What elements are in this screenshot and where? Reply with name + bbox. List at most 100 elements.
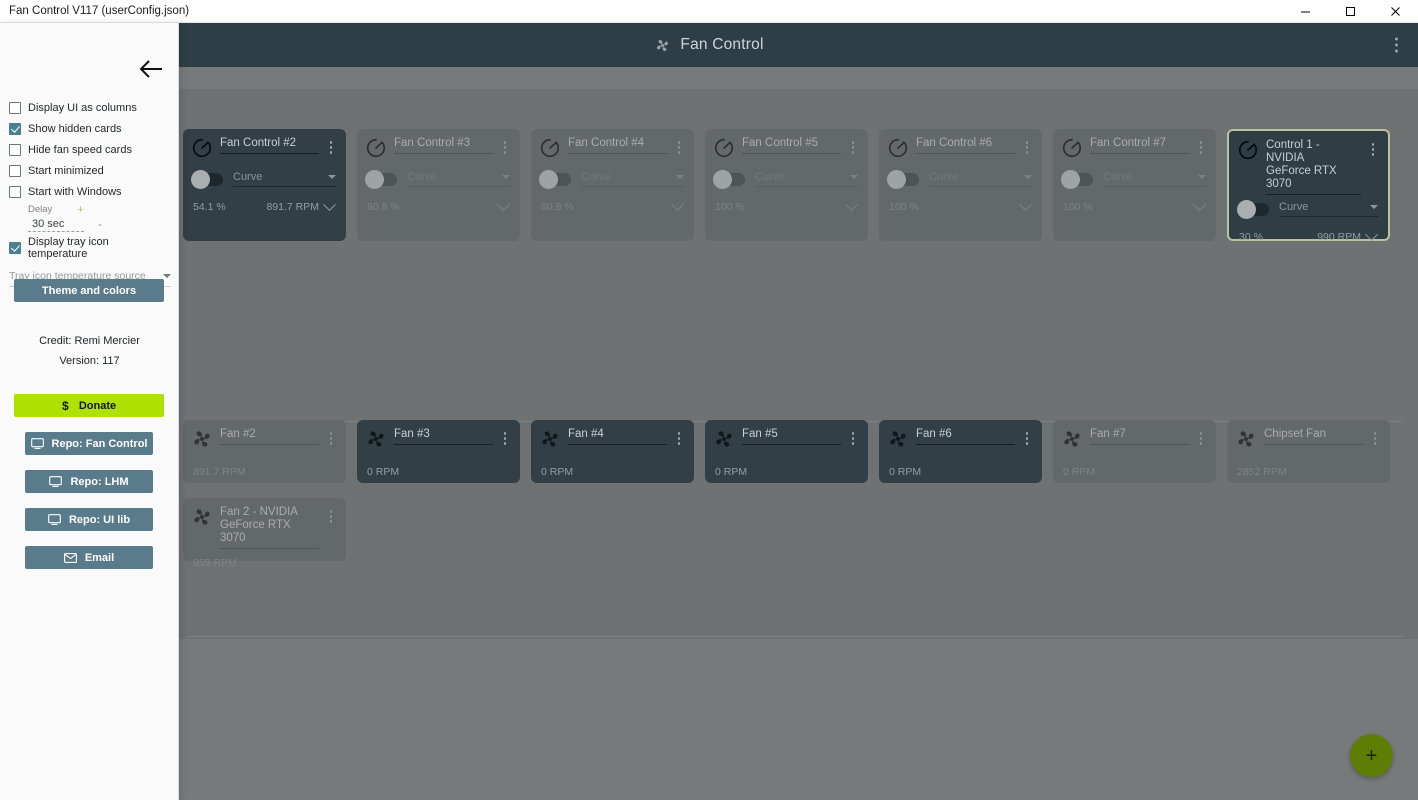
- control-percent: 80.8 %: [541, 201, 574, 213]
- control-mode-select[interactable]: Curve: [755, 171, 858, 187]
- control-card[interactable]: Fan Control #4 Curve 80.8 %: [531, 129, 694, 241]
- control-card[interactable]: Control 1 - NVIDIA GeForce RTX 3070 Curve…: [1227, 129, 1390, 243]
- theme-and-colors-button[interactable]: Theme and colors: [14, 279, 164, 302]
- section-divider-2: [186, 636, 1402, 637]
- chevron-down-icon: [1019, 197, 1032, 211]
- control-mode-select[interactable]: Curve: [929, 171, 1032, 187]
- close-button[interactable]: [1373, 0, 1418, 23]
- fan-speed-card[interactable]: Fan #4 0 RPM: [531, 420, 694, 483]
- add-card-button[interactable]: +: [1350, 734, 1393, 777]
- control-enable-toggle[interactable]: [191, 169, 223, 189]
- control-card[interactable]: Fan Control #5 Curve 100 %: [705, 129, 868, 241]
- settings-drawer: Display UI as columns Show hidden cards …: [0, 23, 179, 800]
- control-mode-select[interactable]: Curve: [1279, 201, 1378, 217]
- control-card[interactable]: Fan Control #3 Curve 80.8 %: [357, 129, 520, 241]
- fan-rpm: 959 RPM: [193, 557, 237, 569]
- checkbox[interactable]: [9, 143, 21, 156]
- control-card[interactable]: Fan Control #6 Curve 100 %: [879, 129, 1042, 241]
- control-rpm-wrap[interactable]: [841, 197, 858, 212]
- repo-ui-lib-button[interactable]: Repo: UI lib: [25, 508, 153, 531]
- control-rpm-wrap[interactable]: [493, 197, 510, 212]
- checkbox[interactable]: [9, 241, 21, 254]
- name-underline: [394, 444, 493, 445]
- checkbox[interactable]: [9, 164, 21, 177]
- fan-speed-card[interactable]: Fan #3 0 RPM: [357, 420, 520, 483]
- checkbox[interactable]: [9, 101, 21, 114]
- fan-speed-card[interactable]: Fan #5 0 RPM: [705, 420, 868, 483]
- chevron-down-icon: [497, 197, 510, 211]
- option-start-with-windows[interactable]: Start with Windows: [9, 181, 171, 202]
- delay-value-input[interactable]: 30 sec: [28, 218, 84, 232]
- fan-speed-card[interactable]: Fan #6 0 RPM: [879, 420, 1042, 483]
- option-show-hidden-cards[interactable]: Show hidden cards: [9, 118, 171, 139]
- back-arrow-icon[interactable]: [138, 58, 164, 80]
- option-start-minimized[interactable]: Start minimized: [9, 160, 171, 181]
- startup-delay-stepper: Delay + 30 sec -: [28, 204, 168, 232]
- checkbox[interactable]: [9, 122, 21, 135]
- email-button[interactable]: Email: [25, 546, 153, 569]
- control-mode-select[interactable]: Curve: [581, 171, 684, 187]
- fan-speed-card[interactable]: Fan 2 - NVIDIA GeForce RTX 3070 959 RPM: [183, 498, 346, 569]
- control-rpm: 990 RPM: [1317, 231, 1361, 243]
- control-enable-toggle[interactable]: [887, 169, 919, 189]
- gauge-icon: [1062, 138, 1082, 158]
- fan-icon: [890, 431, 906, 447]
- control-mode-select[interactable]: Curve: [1103, 171, 1206, 187]
- control-rpm-wrap[interactable]: [1015, 197, 1032, 212]
- control-enable-toggle[interactable]: [713, 169, 745, 189]
- donate-button[interactable]: $ Donate: [14, 394, 164, 417]
- maximize-button[interactable]: [1328, 0, 1373, 23]
- control-mode-select[interactable]: Curve: [233, 171, 336, 187]
- name-underline: [220, 548, 319, 549]
- header-kebab-menu-icon[interactable]: [1389, 33, 1404, 58]
- control-rpm-wrap[interactable]: 990 RPM: [1317, 227, 1378, 243]
- card-kebab-menu-icon[interactable]: [326, 429, 337, 448]
- minimize-button[interactable]: [1283, 0, 1328, 23]
- card-kebab-menu-icon[interactable]: [1370, 429, 1381, 448]
- card-kebab-menu-icon[interactable]: [674, 429, 685, 448]
- card-kebab-menu-icon[interactable]: [848, 429, 859, 448]
- card-kebab-menu-icon[interactable]: [326, 507, 337, 526]
- fan-speed-card[interactable]: Fan #2 891.7 RPM: [183, 420, 346, 483]
- settings-options: Display UI as columns Show hidden cards …: [9, 97, 171, 287]
- card-kebab-menu-icon[interactable]: [500, 429, 511, 448]
- control-enable-toggle[interactable]: [365, 169, 397, 189]
- control-enable-toggle[interactable]: [1237, 199, 1269, 219]
- fan-speed-card[interactable]: Fan #7 0 RPM: [1053, 420, 1216, 483]
- control-card-name: Fan Control #3: [394, 137, 471, 149]
- control-card[interactable]: Fan Control #7 Curve 100 %: [1053, 129, 1216, 241]
- option-display-tray-icon-temperature[interactable]: Display tray icon temperature: [9, 235, 171, 260]
- control-rpm-wrap[interactable]: 891.7 RPM: [266, 197, 336, 213]
- option-display-ui-as-columns[interactable]: Display UI as columns: [9, 97, 171, 118]
- delay-increase-button[interactable]: +: [77, 204, 83, 215]
- card-kebab-menu-icon[interactable]: [1022, 138, 1033, 157]
- fan-speed-card[interactable]: Chipset Fan 2852 RPM: [1227, 420, 1390, 483]
- card-kebab-menu-icon[interactable]: [848, 138, 859, 157]
- delay-decrease-button[interactable]: -: [98, 219, 102, 231]
- card-kebab-menu-icon[interactable]: [326, 138, 337, 157]
- card-kebab-menu-icon[interactable]: [1022, 429, 1033, 448]
- control-rpm-wrap[interactable]: [1189, 197, 1206, 212]
- card-kebab-menu-icon[interactable]: [1196, 429, 1207, 448]
- control-enable-toggle[interactable]: [539, 169, 571, 189]
- svg-text:$: $: [62, 399, 69, 412]
- chevron-down-icon: [323, 197, 336, 211]
- checkbox[interactable]: [9, 185, 21, 198]
- option-hide-fan-speed-cards[interactable]: Hide fan speed cards: [9, 139, 171, 160]
- fan-rpm: 891.7 RPM: [193, 466, 246, 478]
- email-label: Email: [84, 551, 115, 564]
- control-mode-select[interactable]: Curve: [407, 171, 510, 187]
- control-enable-toggle[interactable]: [1061, 169, 1093, 189]
- control-card[interactable]: Fan Control #2 Curve 54.1 % 891.7 RPM: [183, 129, 346, 241]
- card-kebab-menu-icon[interactable]: [1368, 140, 1379, 159]
- repo-fan-control-button[interactable]: Repo: Fan Control: [25, 432, 153, 455]
- option-label: Display tray icon temperature: [28, 235, 109, 260]
- control-rpm-wrap[interactable]: [667, 197, 684, 212]
- repo-lhm-button[interactable]: Repo: LHM: [25, 470, 153, 493]
- card-kebab-menu-icon[interactable]: [1196, 138, 1207, 157]
- fan-icon: [657, 39, 669, 51]
- control-card-name: Fan Control #5: [742, 137, 819, 149]
- fan-card-name: Fan #7: [1090, 428, 1126, 440]
- card-kebab-menu-icon[interactable]: [500, 138, 511, 157]
- card-kebab-menu-icon[interactable]: [674, 138, 685, 157]
